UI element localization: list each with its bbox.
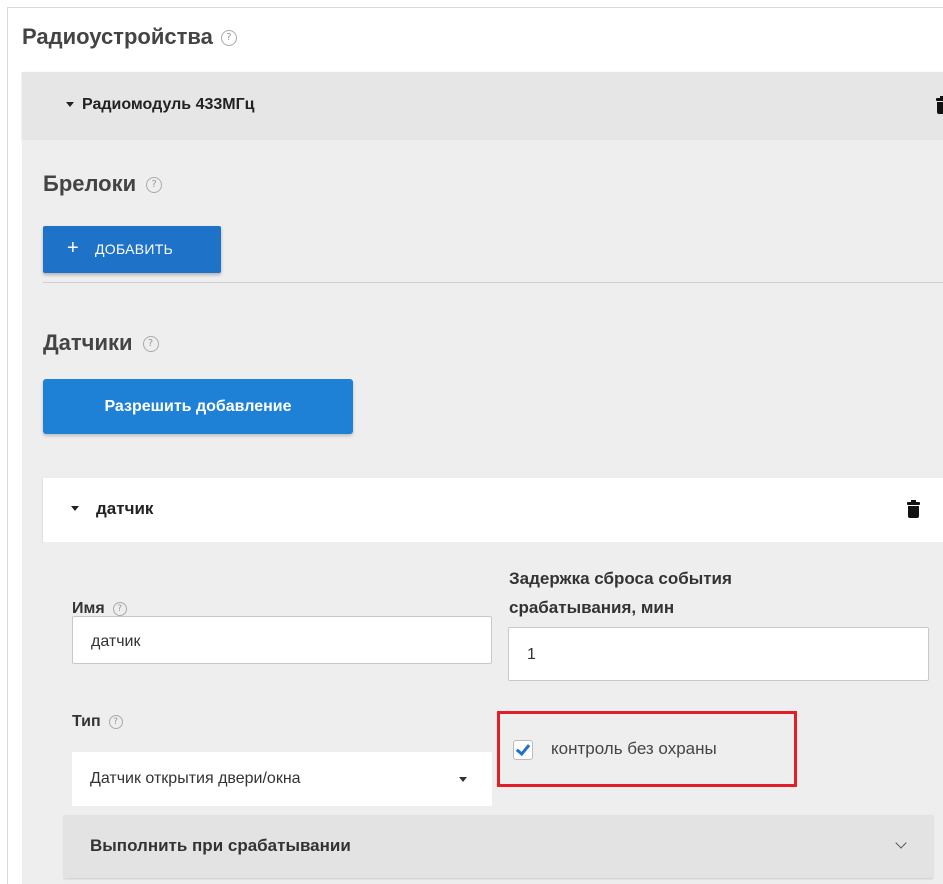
- section-divider: [43, 282, 943, 283]
- plus-icon: +: [67, 237, 79, 259]
- type-label: Тип?: [72, 713, 123, 731]
- help-icon[interactable]: ?: [112, 601, 127, 616]
- checkmark-icon: [515, 740, 531, 757]
- dropdown-arrow-icon[interactable]: [459, 777, 467, 782]
- page-title: Радиоустройства?: [22, 24, 237, 50]
- sensors-title-text: Датчики: [43, 330, 133, 355]
- name-label-text: Имя: [72, 600, 105, 617]
- delay-input[interactable]: 1: [508, 627, 929, 681]
- delay-label: Задержка сброса события срабатывания, ми…: [509, 569, 732, 617]
- trash-icon[interactable]: [907, 500, 920, 518]
- control-without-guard-checkbox[interactable]: [513, 740, 533, 760]
- chevron-down-icon[interactable]: [895, 837, 907, 849]
- allow-adding-button[interactable]: Разрешить добавление: [43, 379, 353, 434]
- sensors-title: Датчики?: [43, 330, 159, 356]
- add-keyfob-label: ДОБАВИТЬ: [95, 241, 174, 257]
- trash-icon[interactable]: [936, 96, 943, 114]
- action-on-trigger-section[interactable]: Выполнить при срабатывании: [64, 815, 933, 878]
- type-select[interactable]: Датчик открытия двери/окна: [72, 752, 492, 806]
- name-input-value: датчик: [91, 633, 141, 650]
- type-label-text: Тип: [72, 713, 101, 730]
- frame-top-border: [7, 7, 943, 8]
- radio-module-title: Радиомодуль 433МГц: [82, 96, 255, 113]
- keyfobs-title-text: Брелоки: [43, 171, 137, 196]
- sensor-title: датчик: [96, 499, 154, 518]
- sensor-header[interactable]: датчик: [43, 478, 943, 542]
- radio-module-header[interactable]: Радиомодуль 433МГц: [22, 72, 943, 140]
- action-on-trigger-title: Выполнить при срабатывании: [90, 836, 351, 855]
- page-title-text: Радиоустройства: [22, 24, 213, 49]
- help-icon[interactable]: ?: [146, 177, 163, 194]
- help-icon[interactable]: ?: [220, 30, 237, 47]
- type-select-value: Датчик открытия двери/окна: [90, 770, 301, 787]
- caret-down-icon[interactable]: [66, 102, 74, 107]
- name-input[interactable]: датчик: [72, 616, 492, 664]
- keyfobs-title: Брелоки?: [43, 171, 163, 197]
- caret-down-icon[interactable]: [71, 506, 79, 511]
- add-keyfob-button[interactable]: + ДОБАВИТЬ: [43, 226, 221, 273]
- delay-input-value: 1: [527, 646, 536, 663]
- control-without-guard-label[interactable]: контроль без охраны: [551, 739, 717, 759]
- help-icon[interactable]: ?: [108, 714, 123, 729]
- frame-left-border: [7, 7, 8, 884]
- help-icon[interactable]: ?: [142, 336, 159, 353]
